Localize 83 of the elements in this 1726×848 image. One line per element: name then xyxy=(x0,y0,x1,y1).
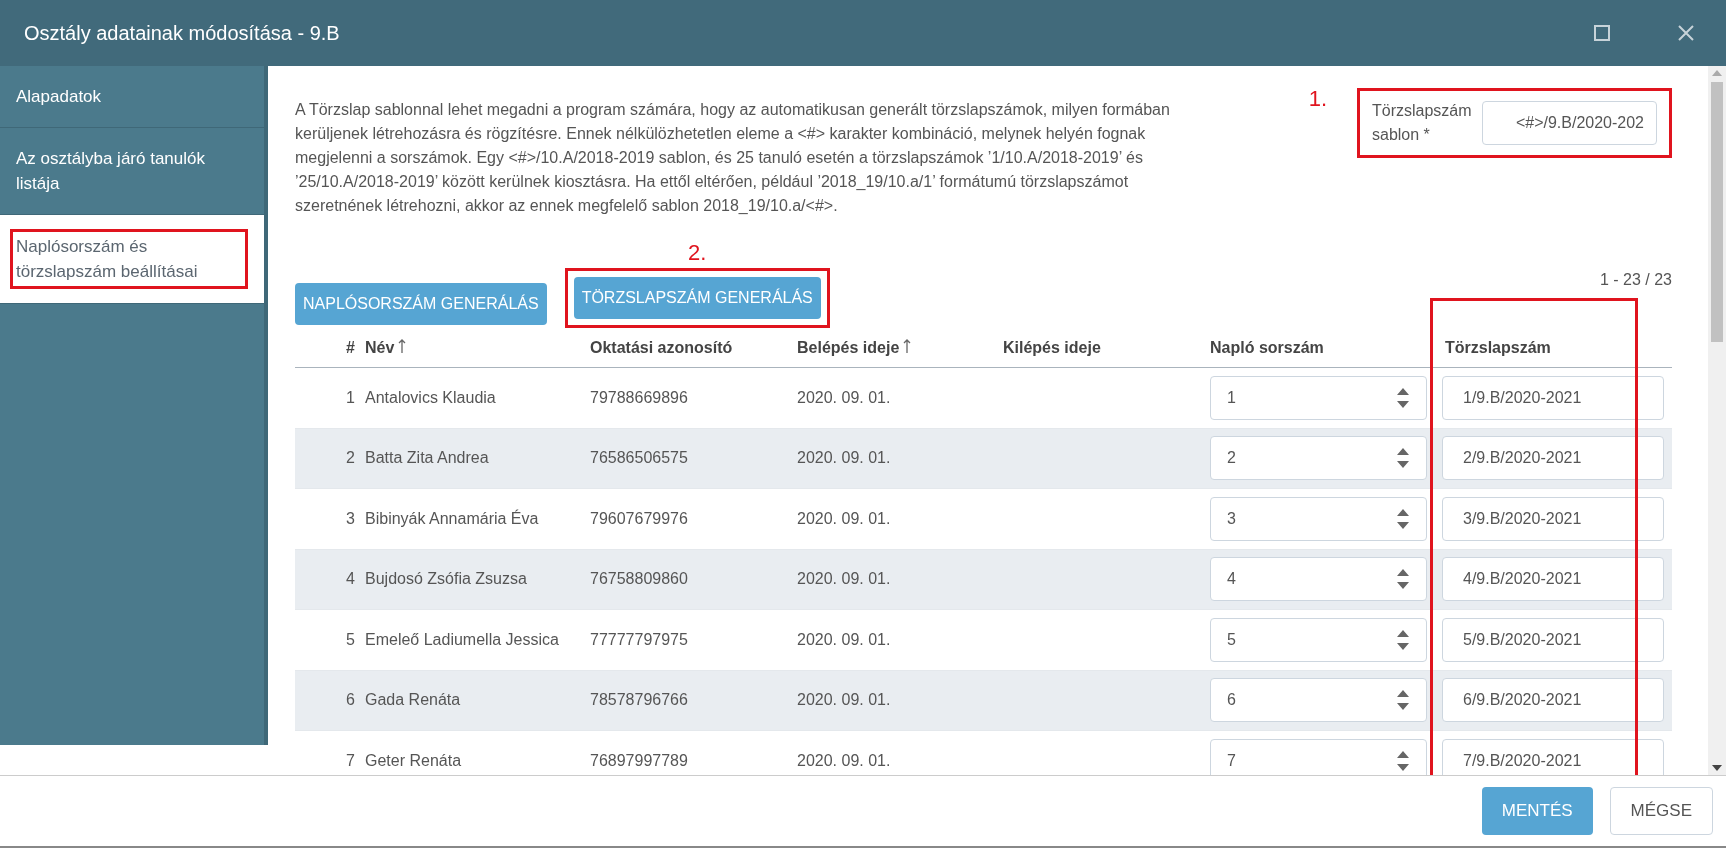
student-id: 76586506575 xyxy=(590,448,689,469)
window-title: Osztály adatainak módosítása - 9.B xyxy=(24,21,341,46)
column-header[interactable]: Napló sorszám xyxy=(1210,335,1437,360)
student-id: 76897997789 xyxy=(590,750,689,771)
student-name: Antalovics Klaudia xyxy=(365,387,497,408)
student-id: 78578796766 xyxy=(590,690,689,711)
register-number-input[interactable]: 4/9.B/2020-2021 xyxy=(1442,557,1664,602)
number-spinner[interactable]: 2 xyxy=(1210,436,1427,481)
sort-arrow-icon xyxy=(398,337,407,354)
maximize-icon[interactable] xyxy=(1594,25,1610,41)
register-number-input[interactable]: 1/9.B/2020-2021 xyxy=(1442,375,1664,420)
register-number-input[interactable]: 5/9.B/2020-2021 xyxy=(1442,617,1664,662)
student-name: Bibinyák Annamária Éva xyxy=(365,508,540,529)
register-number-input[interactable]: 7/9.B/2020-2021 xyxy=(1442,738,1664,775)
spinner-value: 7 xyxy=(1226,750,1237,771)
sort-arrow-icon xyxy=(903,337,912,354)
spinner-arrows-icon[interactable] xyxy=(1396,568,1410,591)
scrollbar-thumb[interactable] xyxy=(1711,82,1723,342)
entry-date: 2020. 09. 01. xyxy=(797,750,892,771)
row-number: 1 xyxy=(345,387,356,408)
column-header[interactable]: Törzslapszám xyxy=(1437,335,1667,360)
column-header[interactable]: Oktatási azonosító xyxy=(590,335,797,360)
template-input[interactable]: <#>/9.B/2020-202 xyxy=(1482,101,1657,145)
student-id: 79788669896 xyxy=(590,387,689,408)
student-name: Batta Zita Andrea xyxy=(365,448,490,469)
sidebar-item-label: Alapadatok xyxy=(16,87,102,106)
sidebar-item[interactable]: Alapadatok xyxy=(0,66,264,128)
spinner-arrows-icon[interactable] xyxy=(1396,749,1410,772)
spinner-arrows-icon[interactable] xyxy=(1396,628,1410,651)
spinner-arrows-icon[interactable] xyxy=(1396,447,1410,470)
student-id: 79607679976 xyxy=(590,508,689,529)
row-number: 2 xyxy=(345,448,356,469)
spinner-arrows-icon[interactable] xyxy=(1396,507,1410,530)
spinner-value: 3 xyxy=(1226,508,1237,529)
sidebar-item[interactable]: Naplósorszám és törzslapszám beállításai xyxy=(0,215,264,304)
number-spinner[interactable]: 6 xyxy=(1210,678,1427,723)
sidebar-item-label: Az osztályba járó tanulók listája xyxy=(16,149,205,193)
number-spinner[interactable]: 7 xyxy=(1210,738,1427,775)
spinner-value: 2 xyxy=(1226,448,1237,469)
description-text: A Törzslap sablonnal lehet megadni a program számára, hogy az automatikusan generált törzslapszámok, milyen formában kerüljenek létrehozásra és rögzítésre. Ennek nélkülözhetetlen eleme a <#> karakter kombináció, melynek helyén fognak megjelenni a sorszámok. Egy <#>/10.A/2018-2019 sablon, és 25 tanuló esetén a törzslapszámok ’1/10.A/2018-2019’ és ’25/10.A/2018-2019’ között kerülnek kiosztásra. Ha ettől eltérően, például ’2018_19/10.a/1’ formátumú törzslapszámot szeretnének létrehozni, akkor az ennek megfelelő sablon 2018_19/10.a/<#>. xyxy=(295,100,1171,216)
spinner-arrows-icon[interactable] xyxy=(1396,689,1410,712)
number-spinner[interactable]: 1 xyxy=(1210,375,1427,420)
scroll-down-icon[interactable] xyxy=(1712,765,1722,771)
register-number-input[interactable]: 3/9.B/2020-2021 xyxy=(1442,496,1664,541)
spinner-value: 4 xyxy=(1226,569,1237,590)
register-number-input[interactable]: 2/9.B/2020-2021 xyxy=(1442,436,1664,481)
scrollbar[interactable] xyxy=(1708,66,1726,775)
annotation-number: 2. xyxy=(688,240,707,266)
field-label: Törzslapszám sablon * xyxy=(1372,101,1473,145)
sidebar-item-label: Naplósorszám és törzslapszám beállításai xyxy=(10,229,248,289)
close-icon[interactable] xyxy=(1678,25,1694,41)
student-name: Emeleő Ladiumella Jessica xyxy=(365,629,560,650)
student-name: Gada Renáta xyxy=(365,690,462,711)
number-spinner[interactable]: 4 xyxy=(1210,557,1427,602)
row-number: 6 xyxy=(345,690,356,711)
row-number: 5 xyxy=(345,629,356,650)
entry-date: 2020. 09. 01. xyxy=(797,629,892,650)
register-number-input[interactable]: 6/9.B/2020-2021 xyxy=(1442,678,1664,723)
cancel-button[interactable]: MÉGSE xyxy=(1609,787,1713,835)
entry-date: 2020. 09. 01. xyxy=(797,508,892,529)
spinner-value: 1 xyxy=(1226,387,1237,408)
spinner-arrows-icon[interactable] xyxy=(1396,386,1410,409)
number-spinner[interactable]: 3 xyxy=(1210,496,1427,541)
column-header[interactable]: Belépés ideje xyxy=(797,335,1003,360)
entry-date: 2020. 09. 01. xyxy=(797,448,892,469)
student-id: 76758809860 xyxy=(590,569,689,590)
student-name: Bujdosó Zsófia Zsuzsa xyxy=(365,569,528,590)
column-header[interactable]: # xyxy=(295,335,365,360)
column-header[interactable]: Név xyxy=(365,335,590,360)
annotation-number: 1. xyxy=(1308,85,1327,113)
row-number: 3 xyxy=(345,508,356,529)
row-number: 7 xyxy=(345,750,356,771)
student-name: Geter Renáta xyxy=(365,750,463,771)
spinner-value: 5 xyxy=(1226,629,1237,650)
entry-date: 2020. 09. 01. xyxy=(797,569,892,590)
row-number: 4 xyxy=(345,569,356,590)
number-spinner[interactable]: 5 xyxy=(1210,617,1427,662)
student-id: 77777797975 xyxy=(590,629,689,650)
pager-count: 1 - 23 / 23 xyxy=(1599,270,1672,290)
column-header[interactable]: Kilépés ideje xyxy=(1003,335,1210,360)
entry-date: 2020. 09. 01. xyxy=(797,387,892,408)
entry-date: 2020. 09. 01. xyxy=(797,690,892,711)
spinner-value: 6 xyxy=(1226,690,1237,711)
